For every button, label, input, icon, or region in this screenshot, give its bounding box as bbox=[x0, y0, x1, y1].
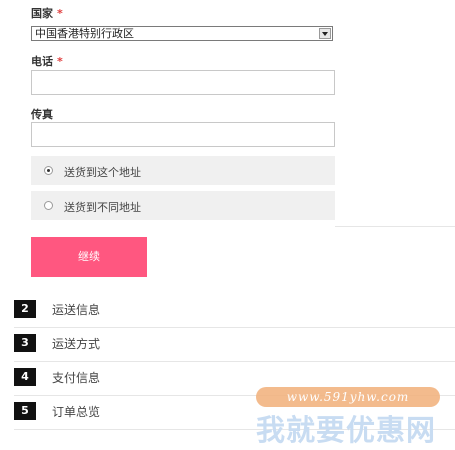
step-label: 运送方式 bbox=[52, 337, 101, 351]
step-shipping-info[interactable]: 2 运送信息 bbox=[14, 294, 455, 328]
divider bbox=[335, 226, 455, 227]
step-number: 5 bbox=[14, 402, 36, 420]
step-number: 2 bbox=[14, 300, 36, 318]
continue-button[interactable]: 继续 bbox=[31, 237, 147, 277]
step-number: 4 bbox=[14, 368, 36, 386]
fax-label: 传真 bbox=[31, 108, 53, 121]
radio-unselected-icon[interactable] bbox=[44, 201, 53, 210]
watermark-logo-text: 我就要优惠网 bbox=[256, 413, 437, 447]
required-mark: * bbox=[57, 55, 63, 68]
step-number: 3 bbox=[14, 334, 36, 352]
country-label: 国家 * bbox=[31, 7, 63, 20]
required-mark: * bbox=[57, 7, 63, 20]
ship-different-address-option[interactable]: 送货到不同地址 bbox=[31, 191, 335, 220]
ship-same-address-label: 送货到这个地址 bbox=[64, 166, 141, 179]
radio-selected-icon[interactable] bbox=[44, 166, 53, 175]
phone-label: 电话 * bbox=[31, 55, 63, 68]
ship-same-address-option[interactable]: 送货到这个地址 bbox=[31, 156, 335, 185]
country-select-value: 中国香港特别行政区 bbox=[35, 27, 134, 40]
step-shipping-method[interactable]: 3 运送方式 bbox=[14, 328, 455, 362]
fax-input[interactable] bbox=[31, 122, 335, 147]
chevron-down-icon[interactable] bbox=[319, 28, 331, 39]
ship-different-address-label: 送货到不同地址 bbox=[64, 201, 141, 214]
step-label: 订单总览 bbox=[52, 405, 101, 419]
watermark-url: www.591yhw.com bbox=[256, 387, 440, 407]
country-select[interactable]: 中国香港特别行政区 bbox=[31, 26, 333, 41]
step-label: 运送信息 bbox=[52, 303, 101, 317]
step-label: 支付信息 bbox=[52, 371, 101, 385]
phone-input[interactable] bbox=[31, 70, 335, 95]
